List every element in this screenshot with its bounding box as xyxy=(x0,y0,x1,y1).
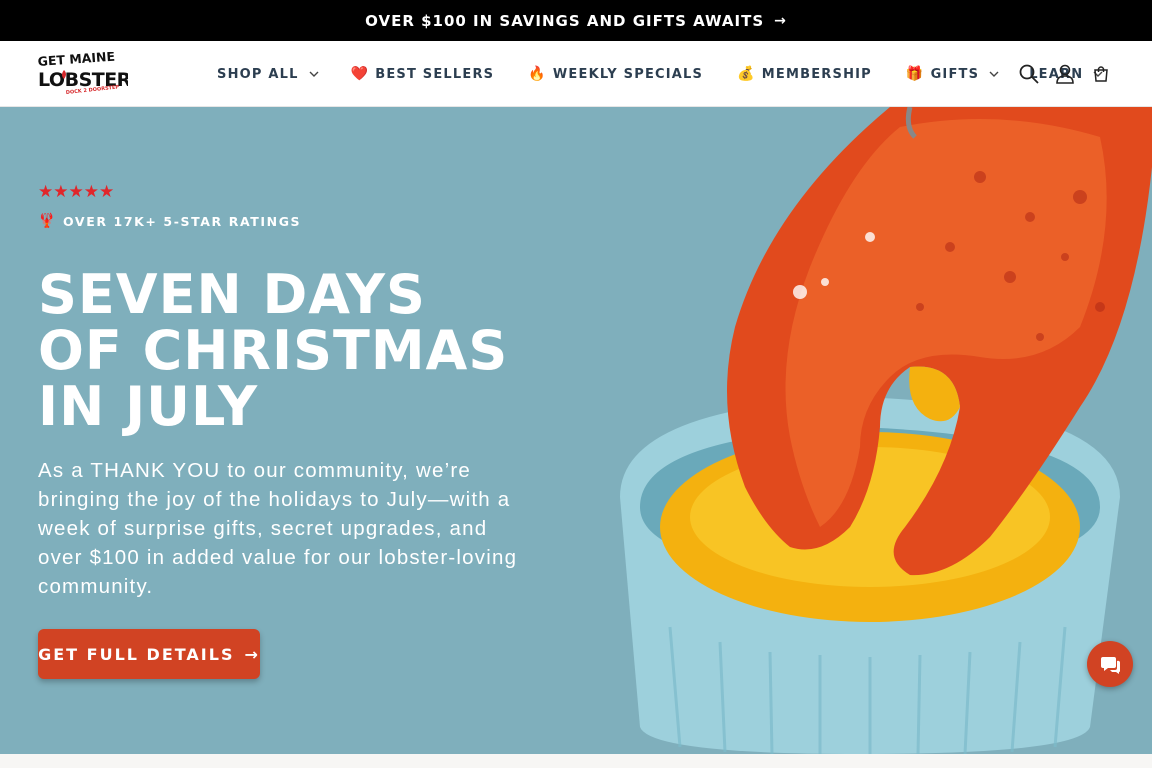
nav-shop-all-label: SHOP ALL xyxy=(217,66,299,82)
logo[interactable]: GET MAINE LOBSTER DOCK 2 DOORSTEP xyxy=(36,49,132,98)
hero-title: SEVEN DAYS OF CHRISTMAS IN JULY xyxy=(38,267,598,435)
chat-button[interactable] xyxy=(1087,641,1133,687)
nav-gifts[interactable]: 🎁 GIFTS xyxy=(906,66,999,82)
nav-shop-all[interactable]: SHOP ALL xyxy=(217,67,319,82)
chevron-down-icon xyxy=(989,69,999,80)
cart-icon[interactable] xyxy=(1090,63,1112,85)
lobster-icon: 🦞 xyxy=(38,213,58,229)
lobster-claw-butter-image xyxy=(560,107,1152,754)
arrow-right-icon: → xyxy=(774,12,787,29)
heart-icon: ❤️ xyxy=(350,66,370,82)
nav-gifts-label: GIFTS xyxy=(930,66,980,82)
search-icon[interactable] xyxy=(1018,63,1040,85)
chat-icon xyxy=(1101,657,1120,674)
main-nav: SHOP ALL ❤️ BEST SELLERS 🔥 WEEKLY SPECIA… xyxy=(217,41,1103,107)
hero-title-line: SEVEN DAYS xyxy=(38,263,426,326)
ratings-text: OVER 17K+ 5-STAR RATINGS xyxy=(63,213,302,229)
nav-best-sellers-label: BEST SELLERS xyxy=(375,66,495,82)
ratings-badge: 🦞 OVER 17K+ 5-STAR RATINGS xyxy=(38,213,301,229)
nav-best-sellers[interactable]: ❤️ BEST SELLERS xyxy=(351,66,495,82)
header-icons xyxy=(1018,41,1112,107)
nav-membership-label: MEMBERSHIP xyxy=(761,66,872,82)
svg-text:GET MAINE: GET MAINE xyxy=(37,52,115,69)
get-full-details-button[interactable]: GET FULL DETAILS → xyxy=(38,629,260,679)
chevron-down-icon xyxy=(309,69,319,80)
star-rating: ★★★★★ xyxy=(38,182,115,201)
announcement-text[interactable]: OVER $100 IN SAVINGS AND GIFTS AWAITS xyxy=(365,12,764,30)
logo-image: GET MAINE LOBSTER DOCK 2 DOORSTEP xyxy=(37,49,132,96)
money-bag-icon: 💰 xyxy=(737,66,756,82)
hero-title-line: IN JULY xyxy=(38,375,259,438)
account-icon[interactable] xyxy=(1054,63,1076,85)
site-header: GET MAINE LOBSTER DOCK 2 DOORSTEP SHOP A… xyxy=(0,41,1152,107)
arrow-right-icon: → xyxy=(244,644,260,664)
hero-description: As a THANK YOU to our community, we’re b… xyxy=(38,459,518,598)
fire-icon: 🔥 xyxy=(528,66,547,82)
hero-banner: ★★★★★ 🦞 OVER 17K+ 5-STAR RATINGS SEVEN D… xyxy=(0,107,1152,754)
hero-title-line: OF CHRISTMAS xyxy=(38,319,509,382)
nav-weekly-specials-label: WEEKLY SPECIALS xyxy=(552,66,704,82)
gift-icon: 🎁 xyxy=(905,66,925,82)
nav-membership[interactable]: 💰 MEMBERSHIP xyxy=(737,66,872,82)
nav-weekly-specials[interactable]: 🔥 WEEKLY SPECIALS xyxy=(528,66,703,82)
section-divider xyxy=(0,754,1152,768)
announcement-bar[interactable]: OVER $100 IN SAVINGS AND GIFTS AWAITS → xyxy=(0,0,1152,41)
cta-label: GET FULL DETAILS xyxy=(38,644,235,664)
